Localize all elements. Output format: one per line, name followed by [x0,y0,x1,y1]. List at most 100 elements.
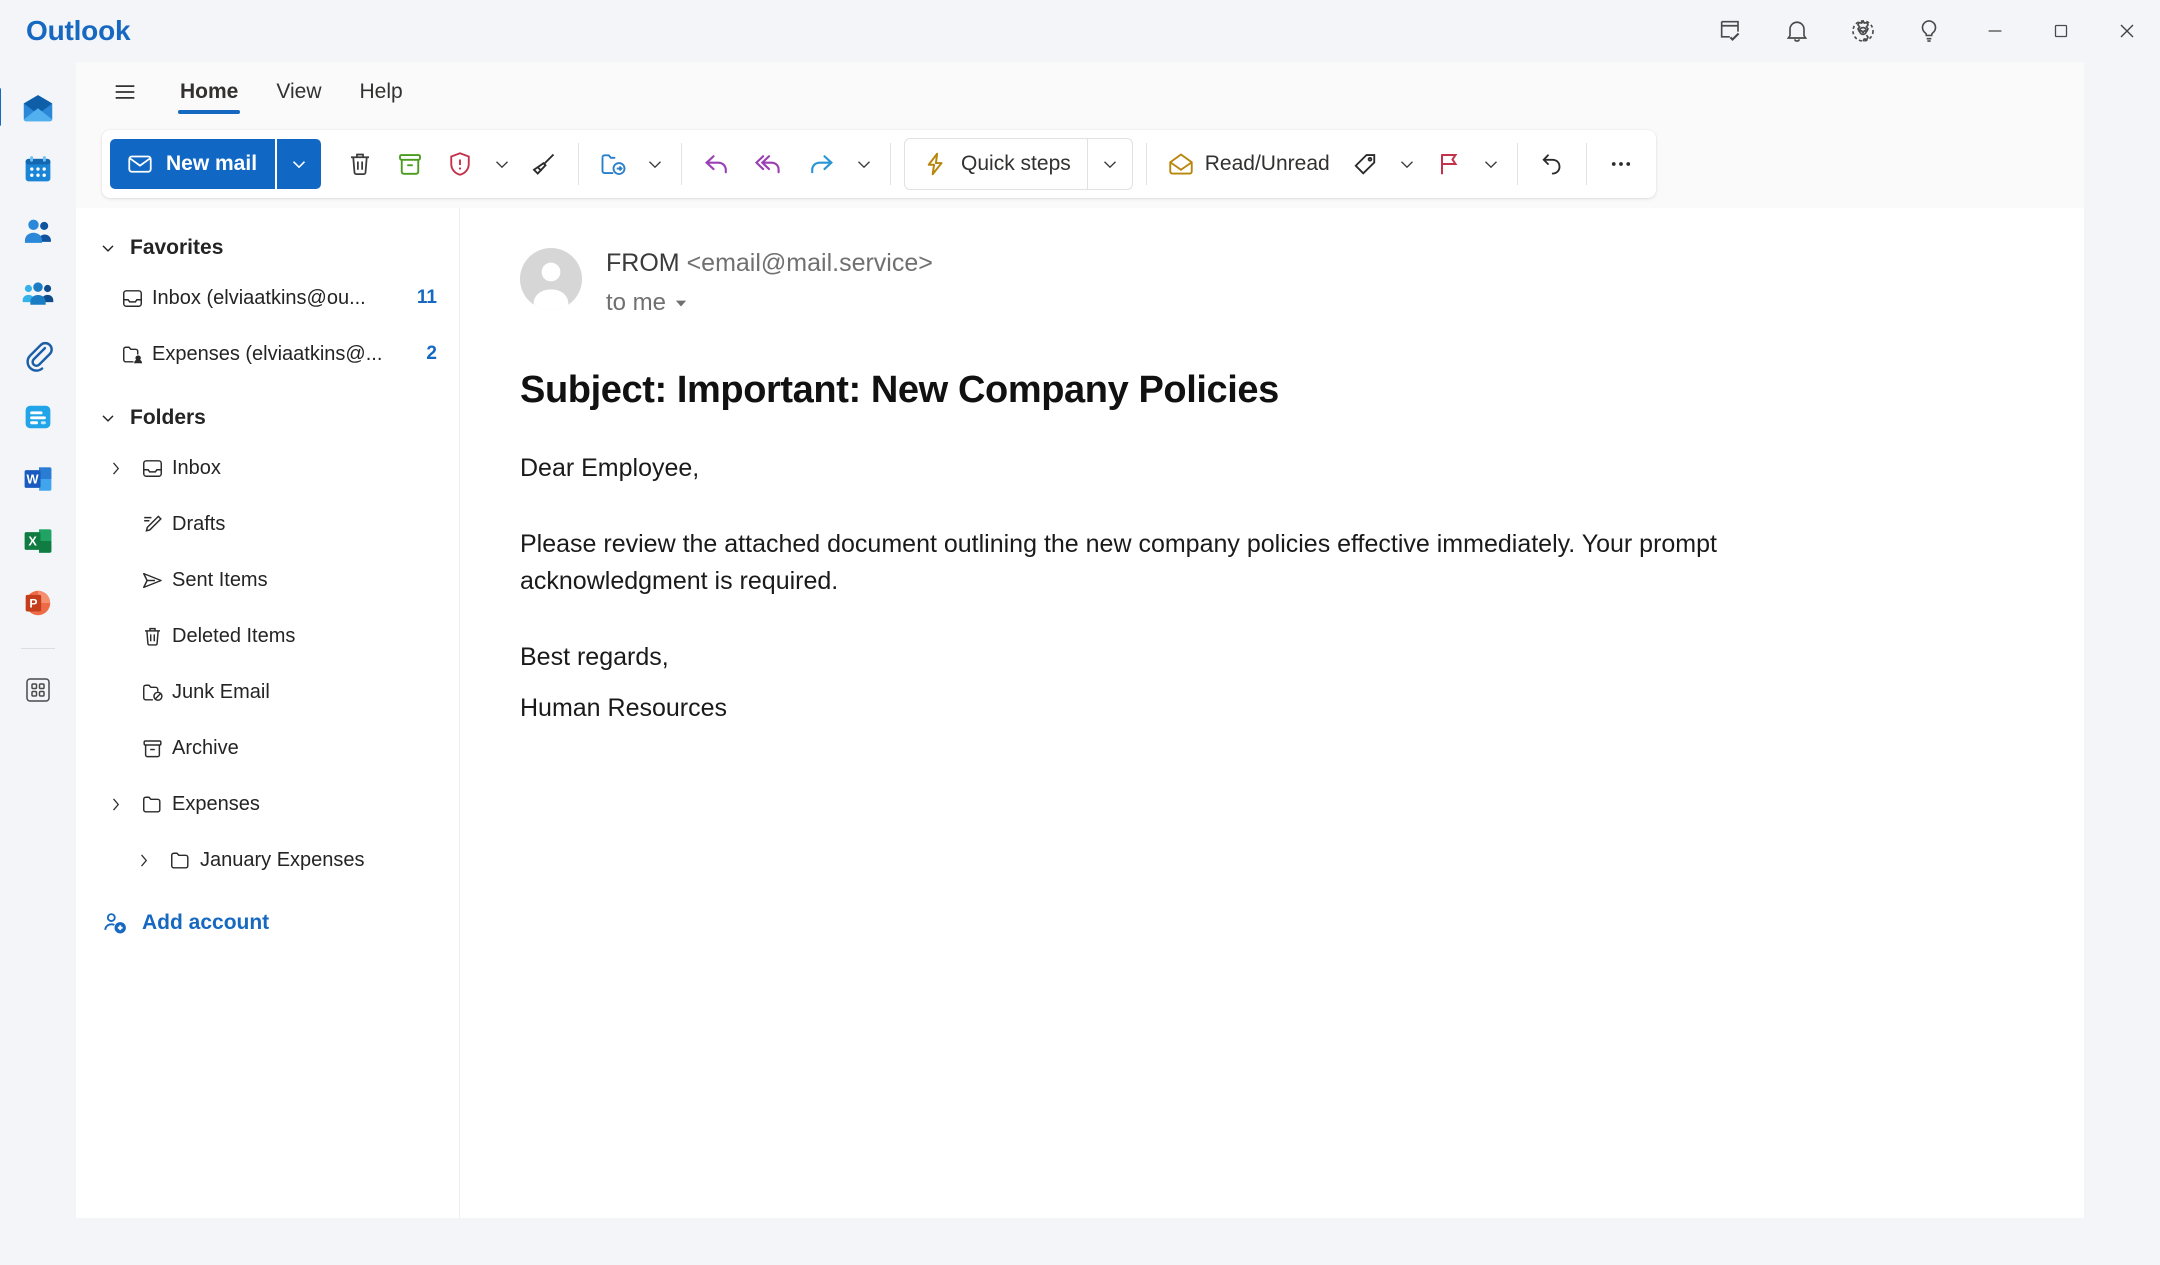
ribbon-tab-strip: Home View Help [76,62,2084,122]
sidebar-item-sent-items[interactable]: Sent Items [76,552,459,608]
undo-button[interactable] [1527,139,1577,189]
rail-item-attachments[interactable] [6,324,70,386]
settings-gear-icon[interactable] [1830,0,1896,62]
chevron-down-icon [98,238,118,258]
delete-button[interactable] [335,139,385,189]
message-sender-block: FROM <email@mail.service> to me [606,248,933,317]
rail-item-bookings[interactable] [6,386,70,448]
tab-help[interactable]: Help [344,70,419,114]
quick-steps-button[interactable]: Quick steps [905,139,1087,189]
sidebar-item-label: Inbox (elviaatkins@ou... [152,286,366,309]
sidebar-item-favorite-inbox[interactable]: Inbox (elviaatkins@ou... 11 [76,270,459,326]
sweep-button[interactable] [519,139,569,189]
chevron-right-icon[interactable] [98,795,132,814]
inbox-icon [132,456,172,481]
tips-lightbulb-icon[interactable] [1896,0,1962,62]
tag-button[interactable] [1340,139,1390,189]
sidebar-item-expenses[interactable]: Expenses [76,776,459,832]
sidebar-item-drafts[interactable]: Drafts [76,496,459,552]
sidebar-item-label: Deleted Items [172,624,296,647]
app-brand-title: Outlook [26,15,131,46]
sidebar-item-january-expenses[interactable]: January Expenses [76,832,459,888]
rail-item-powerpoint[interactable]: P [6,572,70,634]
more-options-button[interactable] [1596,139,1646,189]
reply-button[interactable] [691,139,743,189]
new-note-icon[interactable] [1698,0,1764,62]
sidebar-item-archive[interactable]: Archive [76,720,459,776]
ribbon-divider-3 [890,143,892,185]
minimize-button[interactable] [1962,0,2028,62]
read-unread-button[interactable]: Read/Unread [1156,139,1340,189]
tag-chevron-down-icon[interactable] [1390,139,1424,189]
flag-chevron-down-icon[interactable] [1474,139,1508,189]
rail-item-excel[interactable]: X [6,510,70,572]
ribbon-divider-6 [1585,143,1587,185]
close-button[interactable] [2094,0,2160,62]
avatar [520,248,582,310]
sidebar-item-label: Junk Email [172,680,270,703]
maximize-button[interactable] [2028,0,2094,62]
rail-item-calendar[interactable] [6,138,70,200]
message-header: FROM <email@mail.service> to me [520,248,2024,317]
hamburger-menu-icon[interactable] [102,71,148,113]
report-junk-chevron-down-icon[interactable] [485,139,519,189]
rail-item-people[interactable] [6,200,70,262]
folder-icon [160,848,200,873]
ribbon-toolbar: New mail Quick steps Read/Unread [102,130,1656,198]
rail-item-apps[interactable] [6,659,70,721]
sidebar-item-junk-email[interactable]: Junk Email [76,664,459,720]
open-envelope-icon [1166,149,1196,179]
archive-button[interactable] [385,139,435,189]
ribbon-divider-4 [1145,143,1147,185]
message-signature: Human Resources [520,694,728,723]
ribbon-divider-5 [1516,143,1518,185]
quick-steps-label: Quick steps [961,152,1071,175]
outlook-window: Outlook W X P Home View Help New mail Qu… [0,0,2160,1265]
move-to-chevron-down-icon[interactable] [638,139,672,189]
sidebar-item-label: Inbox [172,456,221,479]
tab-home[interactable]: Home [164,70,254,114]
ribbon-divider [578,143,580,185]
rail-item-word[interactable]: W [6,448,70,510]
add-account-label: Add account [142,911,270,934]
flag-button[interactable] [1424,139,1474,189]
folders-section-header[interactable]: Folders [76,396,459,440]
ribbon-divider-2 [681,143,683,185]
rail-item-groups[interactable] [6,262,70,324]
from-address: <email@mail.service> [686,249,933,277]
unread-count-badge: 11 [416,287,437,308]
svg-text:P: P [29,596,37,610]
new-mail-dropdown-chevron-down-icon[interactable] [277,139,322,189]
forward-chevron-down-icon[interactable] [847,139,881,189]
read-unread-label: Read/Unread [1204,152,1330,175]
notifications-bell-icon[interactable] [1764,0,1830,62]
add-person-icon [102,910,128,936]
message-subject: Subject: Important: New Company Policies [520,369,1279,412]
new-mail-button[interactable]: New mail [110,139,276,189]
forward-button[interactable] [795,139,847,189]
rail-item-mail[interactable] [0,76,70,138]
app-rail: W X P [0,62,76,1265]
title-bar: Outlook [0,0,2160,62]
move-to-button[interactable] [588,139,638,189]
sidebar-item-deleted-items[interactable]: Deleted Items [76,608,459,664]
add-account-button[interactable]: Add account [76,888,459,936]
tab-view[interactable]: View [260,70,337,114]
quick-steps-chevron-down-icon[interactable] [1088,139,1132,189]
sidebar-item-inbox[interactable]: Inbox [76,440,459,496]
chevron-down-icon [98,408,118,428]
chevron-right-icon[interactable] [126,851,160,870]
favorites-section-header[interactable]: Favorites [76,226,459,270]
reply-all-button[interactable] [743,139,795,189]
ribbon-container: New mail Quick steps Read/Unread [76,122,2084,208]
message-greeting: Dear Employee, [520,454,700,483]
message-recipients-toggle[interactable]: to me [606,289,933,317]
report-junk-button[interactable] [435,139,485,189]
drafts-pencil-icon [132,512,172,537]
sidebar-item-favorite-expenses[interactable]: Expenses (elviaatkins@... 2 [76,326,459,382]
main-region: Favorites Inbox (elviaatkins@ou... 11 Ex… [76,208,2084,1218]
trash-icon [132,624,172,649]
archive-box-icon [132,736,172,761]
new-mail-divider [275,139,278,189]
chevron-right-icon[interactable] [98,459,132,478]
